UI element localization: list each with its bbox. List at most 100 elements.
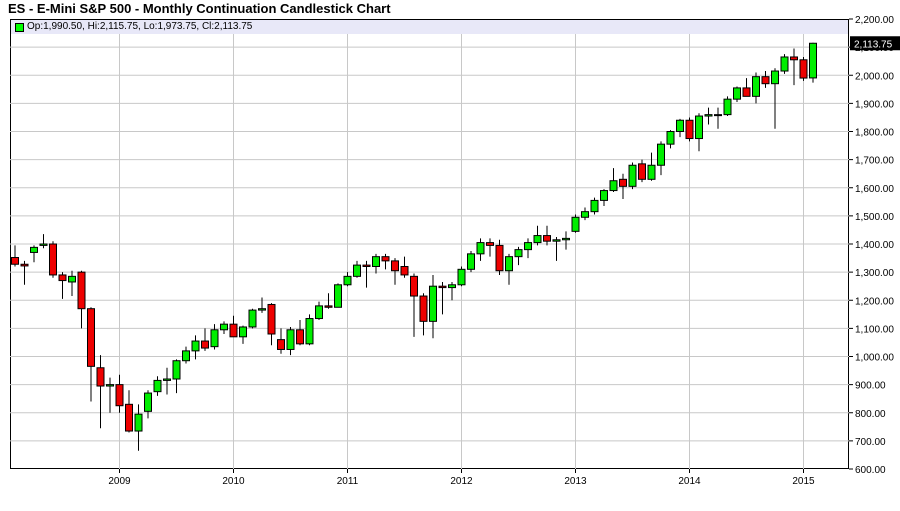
candle-body: [258, 308, 266, 311]
candle-body: [438, 285, 447, 289]
y-tick-label: 1,100.00: [855, 324, 894, 335]
candle-body: [609, 180, 618, 192]
candle-body: [372, 256, 380, 267]
candle: [134, 404, 143, 451]
candle: [267, 303, 276, 346]
candle-body: [723, 98, 732, 116]
candle-body: [590, 199, 599, 213]
candle-body: [96, 367, 105, 387]
candle-body: [77, 271, 86, 310]
y-tick-label: 1,000.00: [855, 353, 894, 364]
candle-body: [115, 384, 124, 407]
candle: [144, 390, 152, 419]
candle: [476, 238, 485, 261]
candle: [87, 307, 95, 402]
candle-body: [49, 243, 57, 276]
candle: [163, 367, 171, 395]
candle-body: [125, 403, 133, 432]
candle-body: [581, 211, 589, 218]
last-price-marker: 2,113.75: [850, 36, 900, 51]
candle: [153, 376, 162, 396]
candle: [391, 258, 399, 285]
candle-body: [277, 339, 285, 350]
candle: [305, 314, 314, 346]
candle: [486, 238, 494, 257]
candle-body: [267, 303, 276, 335]
candle: [11, 245, 19, 267]
candle: [39, 234, 48, 249]
candle: [172, 359, 181, 394]
candle: [381, 253, 390, 270]
candle-body: [571, 216, 580, 232]
candle: [600, 189, 608, 207]
candle-body: [619, 178, 627, 187]
candle-body: [666, 131, 675, 145]
candle: [353, 260, 361, 278]
candle-body: [647, 164, 656, 180]
y-tick-label: 2,200.00: [855, 15, 894, 26]
candle: [296, 319, 304, 346]
candle: [30, 245, 38, 263]
candle: [277, 328, 285, 354]
x-tick-label: 2010: [222, 476, 245, 487]
candle-body: [324, 305, 333, 308]
candlestick-chart: 600.00 700.00 800.00 900.00 1,000.00 1,100.00…: [10, 15, 900, 487]
candle: [590, 197, 599, 215]
candle-body: [495, 244, 504, 272]
candle-body: [410, 275, 418, 297]
candle: [562, 231, 570, 250]
candle: [505, 253, 513, 285]
candle-body: [780, 56, 789, 72]
candle-body: [505, 256, 513, 272]
candle-body: [524, 242, 532, 251]
candle-body: [429, 285, 437, 322]
candle: [619, 173, 627, 199]
candle-body: [790, 56, 798, 61]
candle-body: [20, 263, 29, 267]
candle: [495, 239, 504, 275]
y-tick-label: 1,800.00: [855, 128, 894, 139]
y-tick-label: 1,300.00: [855, 268, 894, 279]
candle-body: [657, 143, 665, 166]
candle-body: [381, 256, 390, 262]
candle: [191, 335, 200, 360]
candle-body: [210, 329, 219, 348]
candle-body: [676, 119, 684, 132]
candle: [438, 281, 447, 315]
candle: [96, 355, 105, 429]
candle-body: [229, 323, 238, 338]
candle: [638, 159, 646, 183]
x-tick-label: 2009: [108, 476, 131, 487]
candle-body: [87, 308, 95, 367]
candle: [467, 251, 475, 273]
candle-body: [419, 295, 428, 322]
candle-body: [30, 246, 38, 253]
candle: [790, 48, 798, 86]
y-tick-label: 1,600.00: [855, 184, 894, 195]
candle-body: [106, 384, 114, 387]
candle: [514, 246, 523, 266]
candle-body: [486, 242, 494, 246]
candle-body: [172, 360, 181, 380]
candle-body: [305, 318, 314, 345]
candle: [524, 238, 532, 259]
x-tick-label: 2013: [564, 476, 587, 487]
candle: [543, 225, 551, 246]
candle-body: [752, 76, 760, 97]
candle: [676, 118, 684, 138]
candle: [362, 260, 371, 288]
candle-body: [771, 70, 779, 85]
candle-body: [191, 340, 200, 352]
candle-body: [334, 284, 342, 308]
y-tick-label: 600.00: [855, 465, 886, 476]
candle: [742, 78, 751, 97]
x-axis-ticks: 2009 2010 2011 2012 2013 2014 2015: [108, 469, 815, 487]
x-tick-label: 2015: [792, 476, 815, 487]
candle: [201, 328, 209, 351]
candle-body: [809, 42, 817, 79]
candle: [125, 390, 133, 433]
candle-body: [68, 275, 76, 283]
candle-body: [39, 243, 48, 246]
candle-body: [533, 235, 542, 244]
candle: [704, 107, 713, 125]
